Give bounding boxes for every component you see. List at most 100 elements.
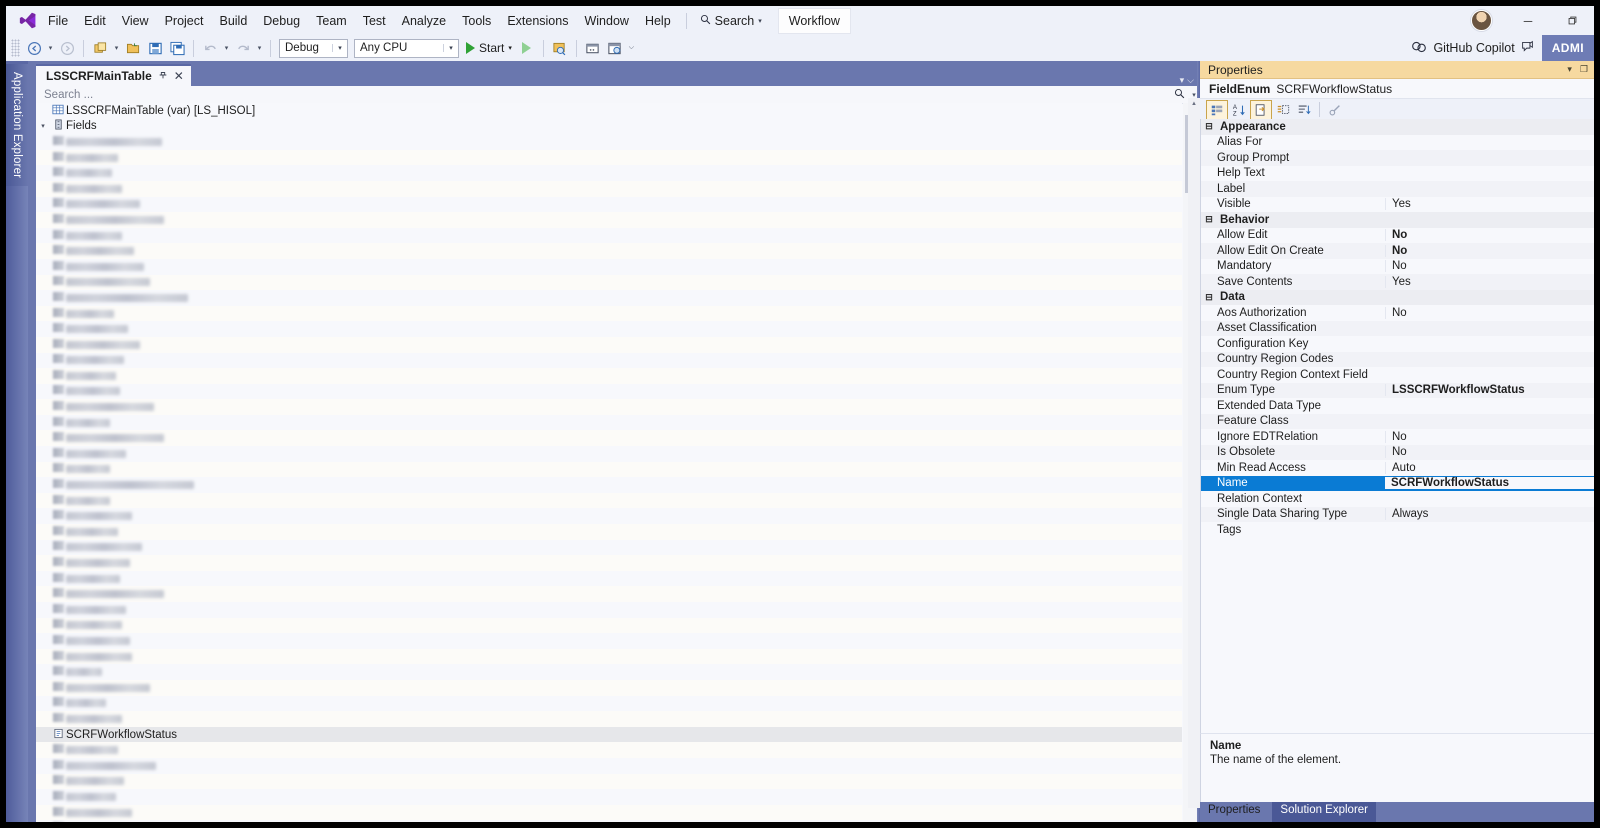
tree-row[interactable]: [36, 197, 1182, 213]
property-value[interactable]: No: [1385, 244, 1594, 257]
menu-extensions[interactable]: Extensions: [500, 10, 575, 32]
tree-row[interactable]: [36, 571, 1182, 587]
property-row[interactable]: Single Data Sharing Type Always: [1201, 506, 1594, 522]
tree-row[interactable]: [36, 477, 1182, 493]
menu-project[interactable]: Project: [158, 10, 211, 32]
tree-row[interactable]: [36, 540, 1182, 556]
menu-view[interactable]: View: [115, 10, 156, 32]
properties-bottom-tabs[interactable]: Properties Solution Explorer: [1200, 802, 1594, 822]
tree-row[interactable]: [36, 804, 1182, 821]
property-row[interactable]: Save Contents Yes: [1201, 274, 1594, 290]
property-row[interactable]: Ignore EDTRelation No: [1201, 429, 1594, 445]
tree-row[interactable]: [36, 679, 1182, 696]
tree-expander[interactable]: ▾: [36, 122, 50, 130]
tree-row[interactable]: [36, 415, 1182, 431]
property-row[interactable]: Country Region Context Field: [1201, 367, 1594, 383]
categorized-icon[interactable]: [1206, 99, 1228, 120]
property-group-header[interactable]: ⊟ Appearance: [1201, 119, 1594, 135]
chevron-down-icon[interactable]: ▾: [1567, 64, 1572, 75]
properties-window-icon[interactable]: [604, 38, 626, 59]
feedback-icon[interactable]: [1521, 40, 1534, 56]
tree-row[interactable]: [36, 617, 1182, 634]
property-value[interactable]: No: [1385, 446, 1594, 459]
minimize-button[interactable]: ─: [1506, 6, 1550, 35]
property-row-selected[interactable]: Name SCRFWorkflowStatus: [1201, 475, 1594, 491]
property-row[interactable]: Help Text: [1201, 166, 1594, 182]
property-value[interactable]: Always: [1385, 508, 1594, 521]
menu-test[interactable]: Test: [356, 10, 393, 32]
tree-row[interactable]: [36, 274, 1182, 291]
tree-row[interactable]: [36, 180, 1182, 197]
tree-row[interactable]: [36, 742, 1182, 758]
tree-row[interactable]: [36, 446, 1182, 462]
collapse-icon[interactable]: ⊟: [1201, 214, 1217, 225]
property-row[interactable]: Group Prompt: [1201, 150, 1594, 166]
property-row[interactable]: Enum Type LSSCRFWorkflowStatus: [1201, 382, 1594, 398]
tree-row[interactable]: [36, 430, 1182, 447]
solution-configuration-combo[interactable]: Debug ▾: [279, 38, 348, 58]
menu-file[interactable]: File: [41, 10, 75, 32]
tree-row[interactable]: [36, 633, 1182, 649]
property-row[interactable]: Country Region Codes: [1201, 351, 1594, 367]
property-row[interactable]: Mandatory No: [1201, 259, 1594, 275]
save-icon[interactable]: [144, 38, 166, 59]
bottom-tab[interactable]: Solution Explorer: [1272, 802, 1376, 822]
property-value[interactable]: No: [1385, 430, 1594, 443]
property-row[interactable]: Allow Edit On Create No: [1201, 243, 1594, 259]
new-project-caret-icon[interactable]: ▾: [111, 38, 122, 59]
menu-analyze[interactable]: Analyze: [395, 10, 453, 32]
tree-row[interactable]: [36, 508, 1182, 524]
property-row[interactable]: Configuration Key: [1201, 336, 1594, 352]
property-row[interactable]: Min Read Access Auto: [1201, 460, 1594, 476]
tree-row[interactable]: [36, 664, 1182, 680]
tree-row[interactable]: [36, 165, 1182, 181]
property-value[interactable]: Auto: [1385, 461, 1594, 474]
menu-help[interactable]: Help: [638, 10, 678, 32]
tree-row[interactable]: [36, 368, 1182, 384]
tab-list-icon[interactable]: ⌵: [1187, 75, 1194, 86]
properties-grid[interactable]: ⊟ Appearance Alias For Group Prompt Help Tex…: [1200, 119, 1594, 809]
property-row[interactable]: Alias For: [1201, 135, 1594, 151]
save-all-icon[interactable]: [166, 38, 188, 59]
tree-row[interactable]: [36, 524, 1182, 540]
tree-row[interactable]: [36, 228, 1182, 244]
property-value[interactable]: SCRFWorkflowStatus: [1385, 477, 1594, 490]
events-icon[interactable]: [1273, 101, 1293, 119]
property-group-header[interactable]: ⊟ Behavior: [1201, 212, 1594, 228]
menu-build[interactable]: Build: [212, 10, 254, 32]
tree-row[interactable]: [36, 555, 1182, 571]
property-row[interactable]: Label: [1201, 181, 1594, 197]
tree-row[interactable]: [36, 492, 1182, 509]
close-icon[interactable]: ✕: [174, 69, 184, 83]
solution-platform-combo[interactable]: Any CPU ▾: [354, 38, 459, 58]
tree-row[interactable]: [36, 212, 1182, 228]
tree-row[interactable]: [36, 586, 1182, 602]
github-copilot-button[interactable]: GitHub Copilot: [1411, 40, 1541, 57]
pin-icon[interactable]: ❐: [1580, 64, 1588, 75]
menu-debug[interactable]: Debug: [256, 10, 307, 32]
tree-row[interactable]: [36, 134, 1182, 150]
tree-row[interactable]: [36, 602, 1182, 618]
start-debug-button[interactable]: Start ▾: [462, 38, 516, 59]
tree-row[interactable]: [36, 696, 1182, 712]
property-value[interactable]: LSSCRFWorkflowStatus: [1385, 384, 1594, 397]
solution-explorer-icon[interactable]: [582, 38, 604, 59]
pin-icon[interactable]: [158, 70, 168, 83]
nav-back-caret-icon[interactable]: ▾: [45, 38, 56, 59]
toolbar-overflow-icon[interactable]: ⌵: [626, 38, 637, 59]
property-row[interactable]: Feature Class: [1201, 413, 1594, 429]
tree-row[interactable]: [36, 789, 1182, 805]
open-file-icon[interactable]: [122, 38, 144, 59]
tree-row[interactable]: [36, 399, 1182, 415]
application-explorer-tab[interactable]: Application Explorer: [6, 64, 28, 186]
tree-row[interactable]: [36, 290, 1182, 306]
collapse-icon[interactable]: ⊟: [1201, 121, 1217, 132]
tree-row[interactable]: LSSCRFMainTable (var) [LS_HISOL]: [36, 103, 1182, 119]
property-row[interactable]: Aos Authorization No: [1201, 305, 1594, 321]
restore-button[interactable]: [1550, 6, 1594, 35]
alphabetical-icon[interactable]: AZ: [1229, 101, 1249, 119]
chevron-down-icon[interactable]: ▾: [508, 44, 512, 52]
tree-row[interactable]: [36, 384, 1182, 400]
nav-back-icon[interactable]: [23, 38, 45, 59]
tree-row[interactable]: [36, 149, 1182, 166]
